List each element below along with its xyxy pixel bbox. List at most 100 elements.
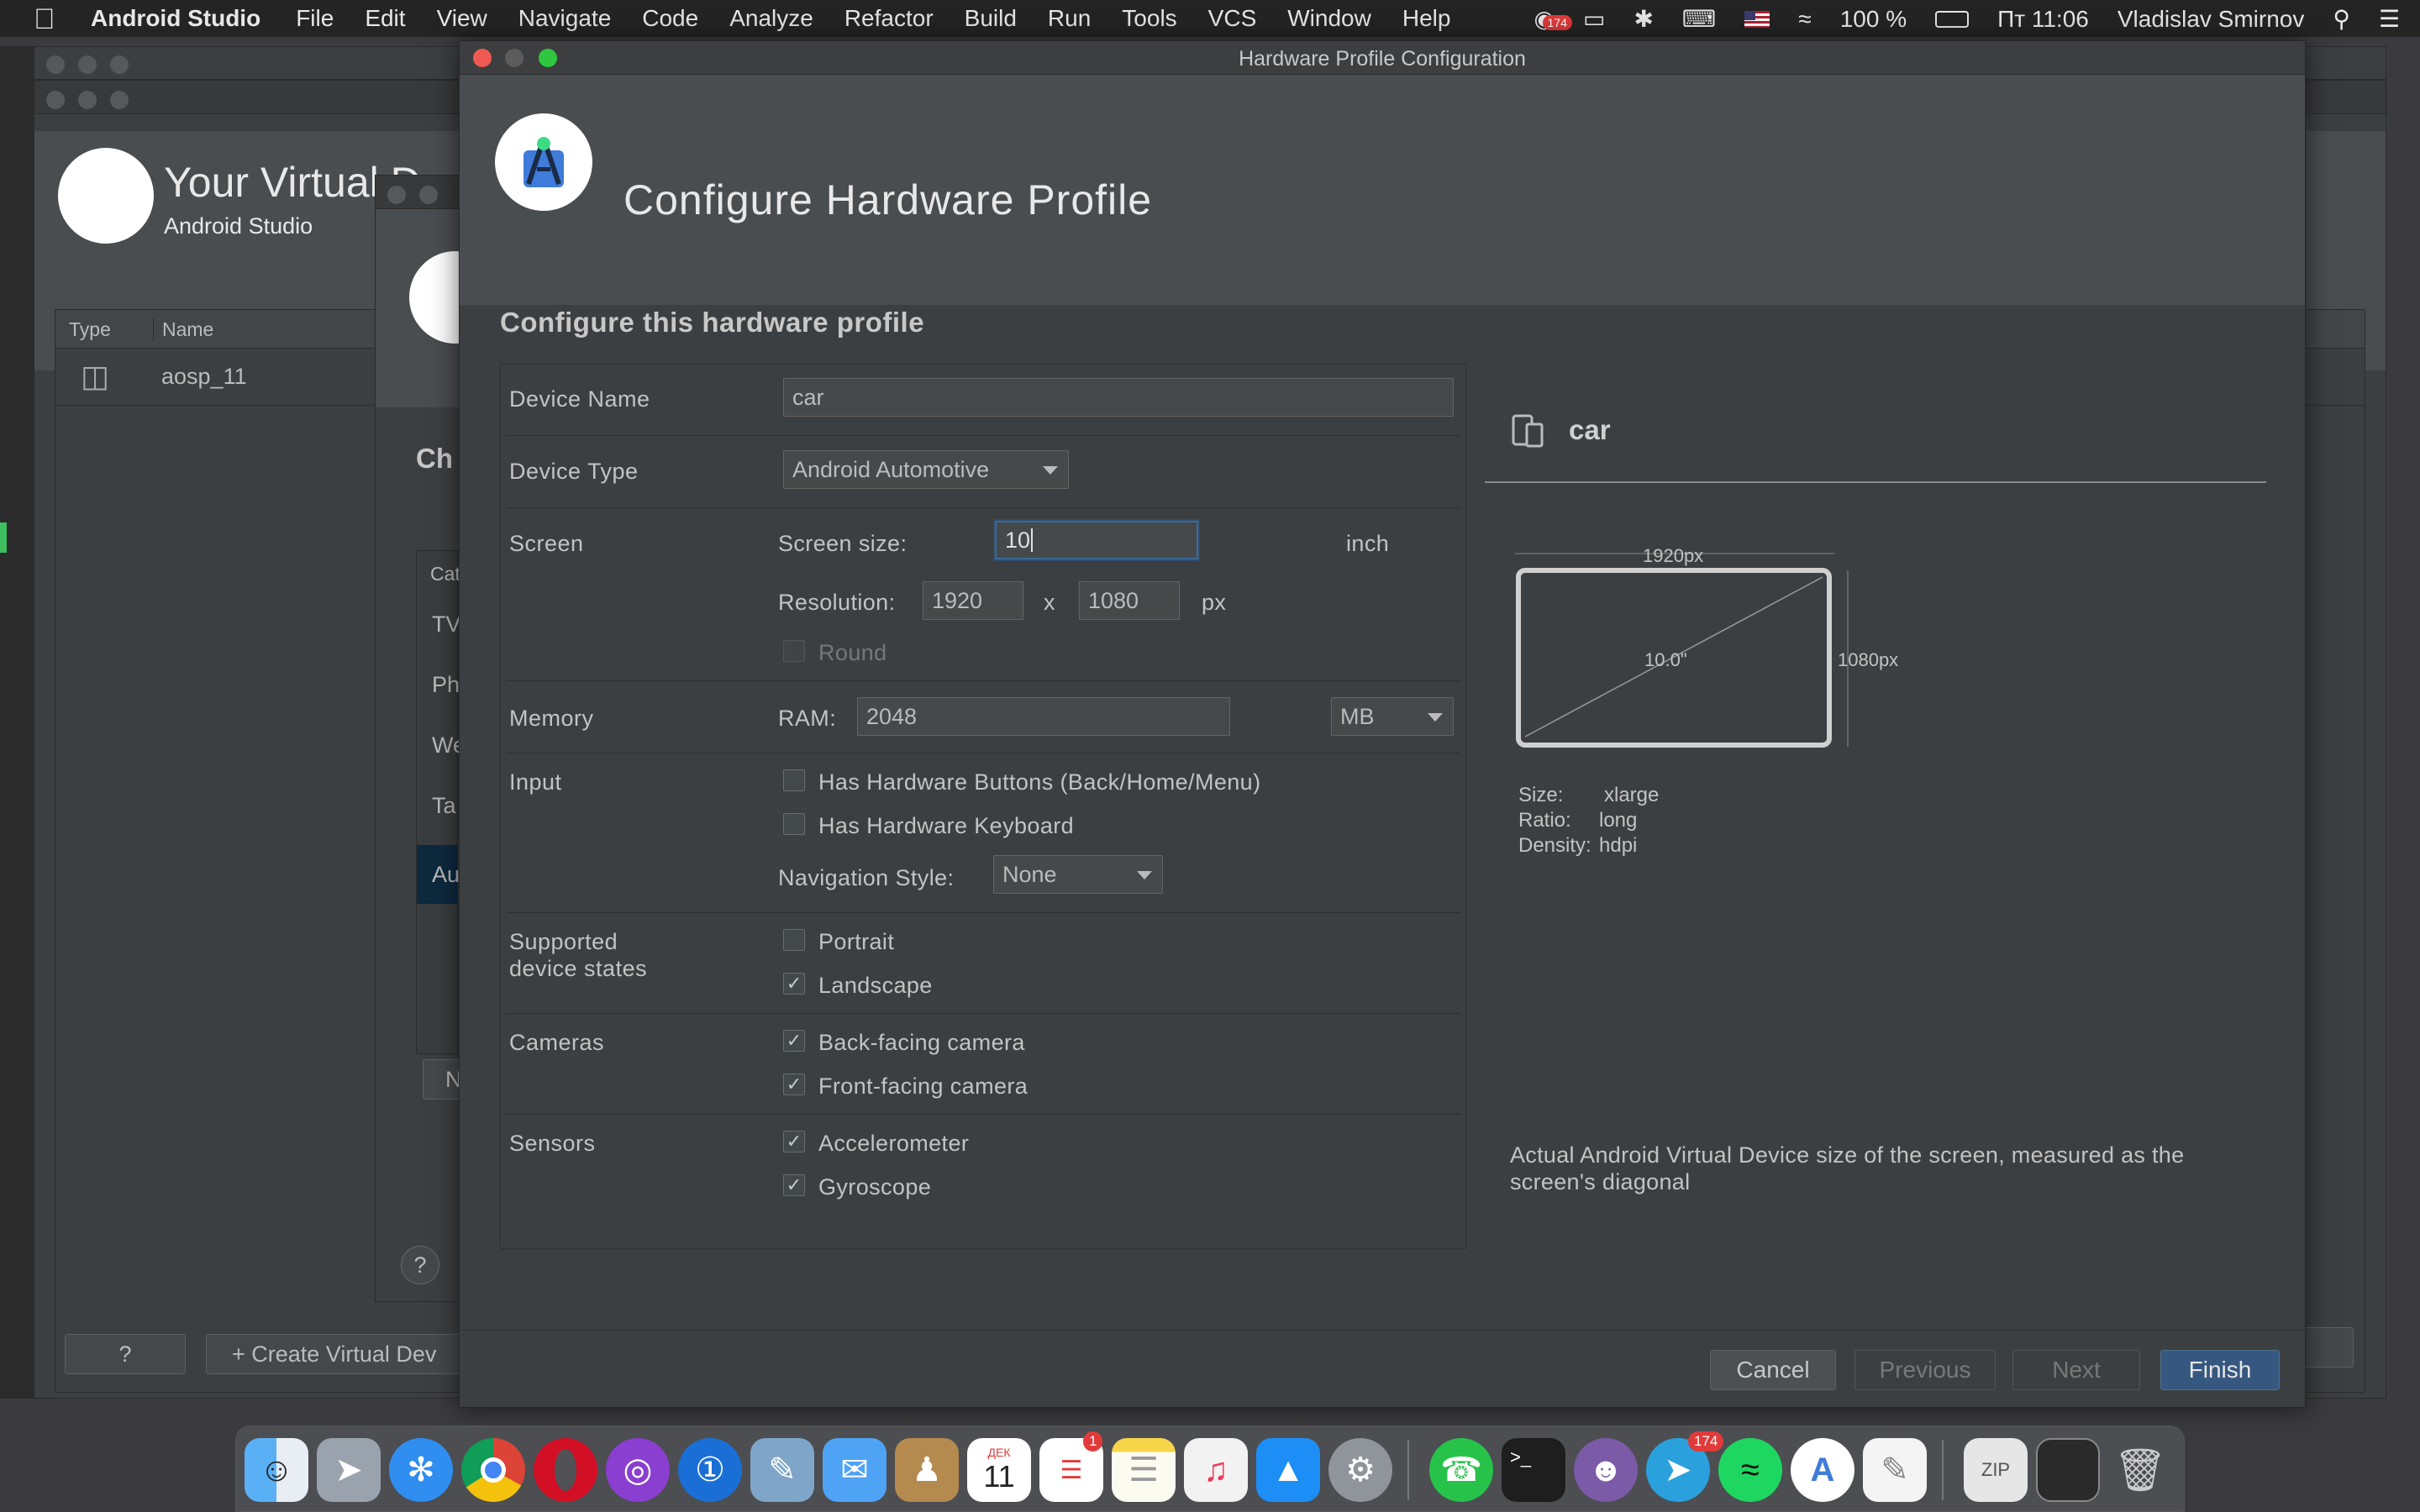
menu-help[interactable]: Help: [1402, 5, 1451, 32]
previous-button[interactable]: Previous: [1854, 1350, 1996, 1390]
clock[interactable]: Пт 11:06: [1997, 6, 2089, 33]
ram-label: RAM:: [778, 706, 837, 731]
finder-icon[interactable]: ☺: [245, 1438, 308, 1502]
back-camera-checkbox[interactable]: ✓: [783, 1030, 805, 1052]
minimize-dot[interactable]: [419, 186, 438, 204]
ram-input[interactable]: 2048: [857, 697, 1230, 736]
separator: [506, 507, 1460, 508]
accelerometer-checkbox[interactable]: ✓: [783, 1131, 805, 1152]
menu-file[interactable]: File: [296, 5, 334, 32]
next-button[interactable]: Next: [2012, 1350, 2140, 1390]
resolution-width-input[interactable]: 1920: [923, 581, 1023, 620]
music-icon[interactable]: ♫: [1184, 1438, 1248, 1502]
column-name[interactable]: Name: [153, 318, 213, 341]
notes-icon[interactable]: ☰: [1112, 1438, 1176, 1502]
category-phone[interactable]: Ph: [432, 672, 460, 698]
calendar-icon[interactable]: ДЕК 11: [967, 1438, 1031, 1502]
menu-window[interactable]: Window: [1287, 5, 1371, 32]
device-name-input[interactable]: car: [783, 378, 1454, 417]
menu-vcs[interactable]: VCS: [1208, 5, 1257, 32]
archive-icon[interactable]: ZIP: [1964, 1438, 2028, 1502]
menu-build[interactable]: Build: [965, 5, 1017, 32]
app-store-icon[interactable]: ▲: [1256, 1438, 1320, 1502]
podcasts-icon[interactable]: ◎: [606, 1438, 670, 1502]
menu-analyze[interactable]: Analyze: [729, 5, 813, 32]
preview-device-name: car: [1569, 414, 1611, 445]
menu-edit[interactable]: Edit: [365, 5, 405, 32]
device-type-value: Android Automotive: [792, 456, 990, 482]
notification-icon[interactable]: ◉174: [1534, 5, 1572, 33]
menu-navigate[interactable]: Navigate: [518, 5, 612, 32]
trash-icon[interactable]: 🗑: [2108, 1438, 2172, 1502]
android-studio-dock-icon[interactable]: A: [1791, 1438, 1854, 1502]
textedit-icon[interactable]: ✎: [1863, 1438, 1927, 1502]
minimize-dot[interactable]: [78, 55, 97, 74]
column-type[interactable]: Type: [69, 318, 111, 341]
hw-buttons-checkbox[interactable]: [783, 769, 805, 791]
zoom-dot[interactable]: [110, 55, 129, 74]
terminal-icon[interactable]: >_: [1502, 1438, 1565, 1502]
zoom-dot[interactable]: [110, 91, 129, 109]
preview-divider: [1485, 481, 2266, 483]
chrome-icon[interactable]: [461, 1438, 525, 1502]
category-automotive[interactable]: Au: [417, 845, 460, 904]
launchpad-icon[interactable]: ➤: [317, 1438, 381, 1502]
front-camera-checkbox[interactable]: ✓: [783, 1074, 805, 1095]
menu-bar:  Android Studio File Edit View Navigate…: [0, 0, 2420, 37]
portrait-checkbox[interactable]: [783, 929, 805, 951]
keyboard-icon[interactable]: ⌨: [1682, 5, 1716, 33]
1password-icon[interactable]: ①: [678, 1438, 742, 1502]
close-dot[interactable]: [46, 91, 65, 109]
spotlight-icon[interactable]: ⚲: [2333, 5, 2350, 33]
us-flag-icon[interactable]: [1744, 10, 1770, 28]
screenshot-icon[interactable]: [2036, 1438, 2100, 1502]
finish-button[interactable]: Finish: [2160, 1350, 2280, 1390]
round-label: Round: [818, 640, 887, 665]
screen-size-input[interactable]: 10: [995, 521, 1198, 559]
preview-icon[interactable]: ✎: [750, 1438, 814, 1502]
menu-refactor[interactable]: Refactor: [844, 5, 934, 32]
landscape-checkbox[interactable]: ✓: [783, 973, 805, 995]
airplay-icon[interactable]: ▭: [1583, 5, 1605, 33]
resolution-height-input[interactable]: 1080: [1079, 581, 1180, 620]
control-center-icon[interactable]: ☰: [2379, 5, 2400, 33]
system-preferences-icon[interactable]: ⚙: [1328, 1438, 1392, 1502]
chevron-down-icon: [1137, 871, 1152, 879]
battery-icon[interactable]: [1935, 10, 1970, 28]
apple-icon[interactable]: : [34, 3, 55, 36]
contacts-icon[interactable]: ♟: [895, 1438, 959, 1502]
user-name[interactable]: Vladislav Smirnov: [2118, 6, 2305, 33]
hw-keyboard-checkbox[interactable]: [783, 813, 805, 835]
cancel-button[interactable]: Cancel: [1710, 1350, 1836, 1390]
nav-style-select[interactable]: None: [993, 855, 1163, 894]
ram-unit-select[interactable]: MB: [1331, 697, 1454, 736]
menu-tools[interactable]: Tools: [1122, 5, 1176, 32]
menu-view[interactable]: View: [437, 5, 487, 32]
bluetooth-icon[interactable]: ✱: [1634, 5, 1653, 33]
minimize-dot[interactable]: [78, 91, 97, 109]
whatsapp-icon[interactable]: ☎: [1429, 1438, 1493, 1502]
opera-icon[interactable]: [534, 1438, 597, 1502]
ratio-value: long: [1599, 809, 1638, 832]
close-dot[interactable]: [387, 186, 406, 204]
github-icon[interactable]: ☻: [1574, 1438, 1638, 1502]
battery-percent[interactable]: 100 %: [1840, 6, 1907, 33]
round-checkbox[interactable]: [783, 640, 805, 662]
device-type-select[interactable]: Android Automotive: [783, 450, 1069, 489]
spotify-icon[interactable]: ≈: [1718, 1438, 1782, 1502]
menu-code[interactable]: Code: [642, 5, 698, 32]
menu-run[interactable]: Run: [1048, 5, 1091, 32]
help-button[interactable]: ?: [65, 1334, 186, 1374]
menu-app-name[interactable]: Android Studio: [91, 5, 260, 32]
separator: [506, 912, 1460, 913]
category-tablet[interactable]: Ta: [432, 793, 456, 819]
close-dot[interactable]: [46, 55, 65, 74]
dock-divider: [1407, 1440, 1409, 1500]
wifi-icon[interactable]: ≈: [1798, 6, 1811, 33]
safari-icon[interactable]: ✻: [389, 1438, 453, 1502]
messages-icon[interactable]: ✉: [823, 1438, 886, 1502]
gyroscope-checkbox[interactable]: ✓: [783, 1174, 805, 1196]
category-tv[interactable]: TV: [432, 612, 461, 638]
help-button[interactable]: ?: [401, 1246, 439, 1284]
separator: [506, 1013, 1460, 1014]
